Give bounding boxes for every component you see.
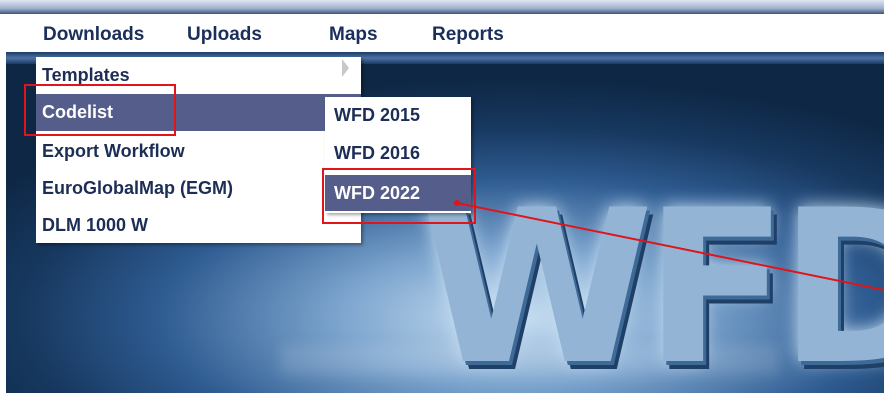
- submenu-item-label: WFD 2022: [334, 183, 421, 203]
- dropdown-item-euroglobalmap[interactable]: EuroGlobalMap (EGM): [36, 170, 361, 207]
- submenu-item-wfd-2015[interactable]: WFD 2015: [325, 97, 471, 135]
- submenu-item-wfd-2022[interactable]: WFD 2022: [325, 175, 471, 211]
- dropdown-item-templates[interactable]: Templates: [36, 57, 361, 94]
- menu-downloads[interactable]: Downloads: [43, 24, 144, 46]
- dropdown-item-label: Codelist: [42, 102, 114, 122]
- menu-reports[interactable]: Reports: [432, 24, 504, 46]
- top-border-strip: [0, 0, 884, 14]
- dropdown-item-dlm-1000-w[interactable]: DLM 1000 W: [36, 207, 361, 244]
- menu-maps[interactable]: Maps: [329, 24, 378, 46]
- dropdown-item-label: EuroGlobalMap (EGM): [42, 178, 233, 198]
- downloads-dropdown: Templates Codelist Export Workflow EuroG…: [36, 57, 361, 243]
- dropdown-item-label: DLM 1000 W: [42, 215, 149, 235]
- wfd-logo: WFD: [420, 164, 884, 393]
- submenu-item-label: WFD 2015: [334, 105, 421, 125]
- dropdown-item-export-workflow[interactable]: Export Workflow: [36, 133, 361, 170]
- submenu-item-label: WFD 2016: [334, 143, 421, 163]
- dropdown-item-label: Export Workflow: [42, 141, 185, 161]
- menu-uploads[interactable]: Uploads: [187, 24, 262, 46]
- codelist-submenu: WFD 2015 WFD 2016 WFD 2022: [325, 97, 471, 213]
- app-window: WFD Downloads Uploads Maps Reports Templ…: [0, 0, 884, 393]
- dropdown-item-label: Templates: [42, 65, 130, 85]
- submenu-arrow-icon: [342, 59, 349, 77]
- submenu-item-wfd-2016[interactable]: WFD 2016: [325, 135, 471, 173]
- dropdown-item-codelist[interactable]: Codelist: [36, 94, 361, 131]
